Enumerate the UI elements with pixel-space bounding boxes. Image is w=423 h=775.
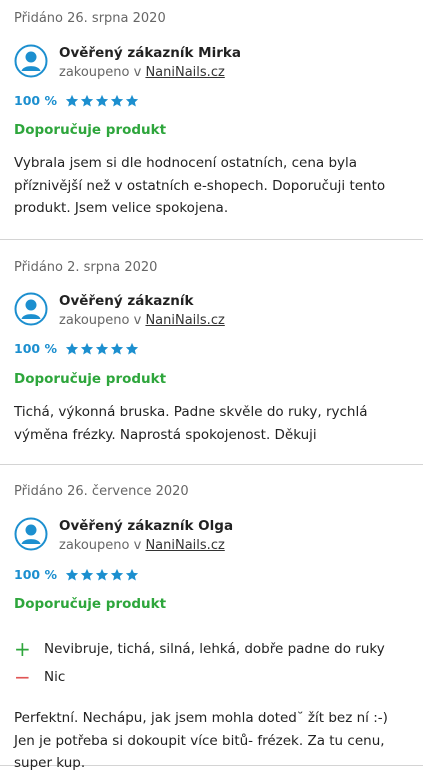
star-icon — [80, 94, 94, 107]
minus-icon: − — [14, 665, 31, 689]
star-icon — [110, 342, 124, 355]
review-card: Přidáno 2. srpna 2020 Ověřený zákazník z… — [0, 240, 423, 465]
purchased-label: zakoupeno v — [59, 538, 146, 553]
review-text: Tichá, výkonná bruska. Padne skvěle do r… — [14, 404, 368, 443]
star-rating — [65, 342, 140, 356]
rating-row: 100 % — [14, 567, 140, 582]
star-icon — [110, 568, 124, 581]
review-date: Přidáno 26. srpna 2020 — [14, 11, 166, 26]
star-icon — [95, 94, 109, 107]
shop-link[interactable]: NaniNails.cz — [145, 538, 224, 553]
review-card: Přidáno 26. července 2020 Ověřený zákazn… — [0, 465, 423, 771]
star-icon — [80, 568, 94, 581]
shop-link[interactable]: NaniNails.cz — [145, 313, 224, 328]
cons-row: − Nic — [14, 665, 66, 689]
recommend-badge: Doporučuje produkt — [14, 596, 167, 612]
review-date: Přidáno 2. srpna 2020 — [14, 260, 158, 275]
review-date: Přidáno 26. července 2020 — [14, 484, 189, 499]
star-icon — [80, 342, 94, 355]
cons-text: Nic — [44, 669, 66, 685]
shop-link[interactable]: NaniNails.cz — [145, 65, 224, 80]
star-icon — [125, 568, 139, 581]
rating-row: 100 % — [14, 341, 140, 356]
star-rating — [65, 94, 140, 108]
star-icon — [95, 342, 109, 355]
purchased-info: zakoupeno v NaniNails.cz — [59, 64, 241, 82]
avatar-icon — [14, 44, 48, 78]
author-name: Ověřený zákazník Olga — [59, 518, 234, 534]
review-card: Přidáno 26. srpna 2020 Ověřený zákazník … — [0, 0, 423, 240]
author-name: Ověřený zákazník Mirka — [59, 45, 241, 61]
purchased-info: zakoupeno v NaniNails.cz — [59, 537, 233, 555]
rating-percent: 100 % — [14, 93, 57, 108]
purchased-label: zakoupeno v — [59, 65, 146, 80]
pros-row: + Nevibruje, tichá, silná, lehká, dobře … — [14, 637, 385, 661]
purchased-info: zakoupeno v NaniNails.cz — [59, 312, 225, 330]
star-rating — [65, 568, 140, 582]
review-text: Vybrala jsem si dle hodnocení ostatních,… — [14, 155, 386, 216]
star-icon — [95, 568, 109, 581]
star-icon — [125, 342, 139, 355]
author-row: Ověřený zákazník zakoupeno v NaniNails.c… — [14, 292, 225, 330]
avatar-icon — [14, 517, 48, 551]
purchased-label: zakoupeno v — [59, 313, 146, 328]
star-icon — [65, 342, 79, 355]
rating-percent: 100 % — [14, 567, 57, 582]
star-icon — [125, 94, 139, 107]
author-row: Ověřený zákazník Mirka zakoupeno v NaniN… — [14, 44, 241, 82]
recommend-badge: Doporučuje produkt — [14, 371, 167, 387]
star-icon — [65, 94, 79, 107]
review-text: Perfektní. Nechápu, jak jsem mohla doted… — [14, 710, 388, 771]
recommend-badge: Doporučuje produkt — [14, 122, 167, 138]
plus-icon: + — [14, 637, 31, 661]
pros-text: Nevibruje, tichá, silná, lehká, dobře pa… — [44, 641, 385, 657]
rating-percent: 100 % — [14, 341, 57, 356]
author-row: Ověřený zákazník Olga zakoupeno v NaniNa… — [14, 517, 233, 555]
star-icon — [65, 568, 79, 581]
rating-row: 100 % — [14, 93, 140, 108]
star-icon — [110, 94, 124, 107]
avatar-icon — [14, 292, 48, 326]
author-name: Ověřený zákazník — [59, 293, 194, 309]
